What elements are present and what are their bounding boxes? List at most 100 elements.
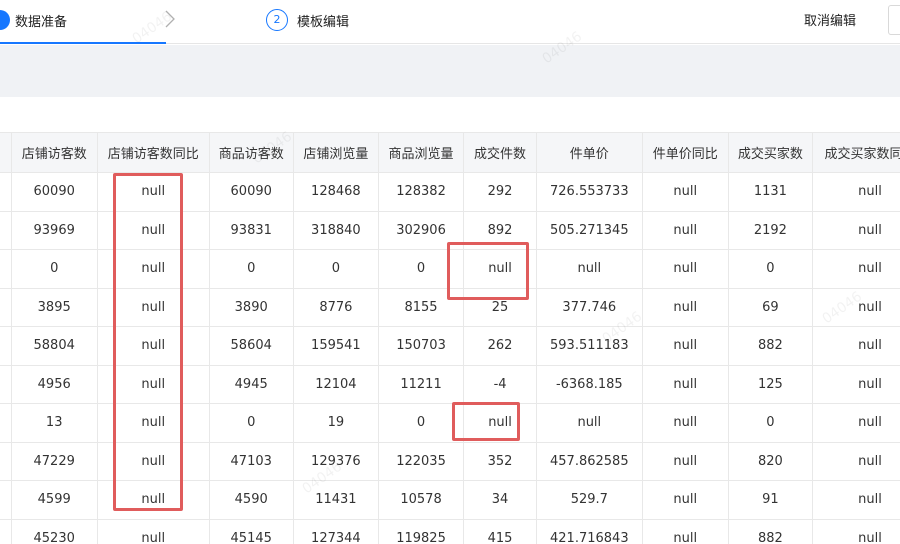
step-template-edit[interactable]: 模板编辑	[297, 11, 349, 30]
table-cell: null	[811, 441, 900, 481]
table-cell: 726.553733	[535, 172, 643, 212]
table-cell: null	[96, 364, 210, 404]
top-bar: 数据准备 2 模板编辑 取消编辑	[0, 0, 900, 44]
table-cell: null	[96, 441, 210, 481]
table-cell: 1131	[727, 172, 813, 212]
step2-indicator[interactable]: 2	[266, 9, 288, 31]
table-cell: 47103	[208, 441, 294, 481]
table-cell: 262	[463, 326, 537, 366]
step1-indicator	[0, 10, 10, 30]
table-row[interactable]: 60090 null 60090 128468 128382 292 726.553733 n…	[0, 172, 900, 212]
table-cell: 421.716843	[535, 518, 643, 544]
cancel-edit-button[interactable]: 取消编辑	[804, 10, 856, 29]
table-cell: null	[641, 172, 729, 212]
table-cell: null	[463, 249, 537, 289]
table-cell: 377.746	[535, 287, 643, 327]
column-header[interactable]: 店铺访客数	[10, 132, 98, 173]
table-cell: 318840	[292, 210, 379, 250]
table-row[interactable]: 58804 null 58604 159541 150703 262 593.511183 n…	[0, 326, 900, 366]
table-cell: null	[96, 210, 210, 250]
table-cell	[0, 249, 12, 289]
table-cell: 0	[377, 249, 465, 289]
column-header[interactable]: 店铺访客数同比	[96, 132, 210, 173]
table-cell: 19	[292, 403, 379, 443]
table-cell: 0	[292, 249, 379, 289]
table-cell: 127344	[292, 518, 379, 544]
column-header[interactable]: 店铺浏览量	[292, 132, 379, 173]
table-row[interactable]: 3895 null 3890 8776 8155 25 377.746 null 69 null	[0, 287, 900, 327]
table-cell: 302906	[377, 210, 465, 250]
table-row[interactable]: 0 null 0 0 0 null null null 0 null	[0, 249, 900, 289]
table-cell: 0	[208, 249, 294, 289]
table-cell	[0, 326, 12, 366]
table-cell: 159541	[292, 326, 379, 366]
table-cell: 457.862585	[535, 441, 643, 481]
table-cell: 58604	[208, 326, 294, 366]
table-cell: -6368.185	[535, 364, 643, 404]
column-header[interactable]	[0, 132, 12, 173]
table-row[interactable]: 93969 null 93831 318840 302906 892 505.271345 n…	[0, 210, 900, 250]
table-cell: null	[641, 364, 729, 404]
table-row[interactable]: 45230 null 45145 127344 119825 415 421.716843 n…	[0, 518, 900, 544]
table-cell: 8155	[377, 287, 465, 327]
table-row[interactable]: 47229 null 47103 129376 122035 352 457.862585 n…	[0, 441, 900, 481]
table-row[interactable]: 4956 null 4945 12104 11211 -4 -6368.185 null 125…	[0, 364, 900, 404]
table-cell: null	[811, 249, 900, 289]
table-cell: 0	[727, 249, 813, 289]
data-table: 店铺访客数 店铺访客数同比 商品访客数 店铺浏览量 商品浏览量 成交件数 件单价 件单价同比成…	[0, 132, 900, 544]
table-cell: 150703	[377, 326, 465, 366]
table-cell: 122035	[377, 441, 465, 481]
table-cell: 4945	[208, 364, 294, 404]
table-cell	[0, 403, 12, 443]
column-header[interactable]: 商品浏览量	[377, 132, 465, 173]
table-cell: null	[641, 403, 729, 443]
table-cell: null	[96, 326, 210, 366]
table-cell: null	[641, 441, 729, 481]
table-cell: null	[641, 210, 729, 250]
table-cell: 128382	[377, 172, 465, 212]
table-cell: 125	[727, 364, 813, 404]
table-cell: null	[811, 364, 900, 404]
table-cell: null	[811, 326, 900, 366]
table-cell: 12104	[292, 364, 379, 404]
table-cell: 93831	[208, 210, 294, 250]
step-data-prep[interactable]: 数据准备	[0, 0, 166, 44]
table-cell: 129376	[292, 441, 379, 481]
table-cell: null	[641, 518, 729, 544]
column-header[interactable]: 成交买家数	[727, 132, 813, 173]
table-cell: null	[641, 480, 729, 520]
column-header[interactable]: 件单价	[535, 132, 643, 173]
table-cell: null	[535, 403, 643, 443]
table-cell: 3895	[10, 287, 98, 327]
table-cell: 292	[463, 172, 537, 212]
table-cell: 0	[10, 249, 98, 289]
table-cell: 10578	[377, 480, 465, 520]
table-cell	[0, 364, 12, 404]
table-cell: null	[96, 249, 210, 289]
data-table-container[interactable]: 店铺访客数 店铺访客数同比 商品访客数 店铺浏览量 商品浏览量 成交件数 件单价 件单价同比成…	[0, 132, 900, 544]
next-button[interactable]	[888, 5, 900, 35]
step1-label: 数据准备	[15, 15, 68, 30]
table-cell: null	[96, 287, 210, 327]
table-cell: null	[641, 249, 729, 289]
table-cell	[0, 287, 12, 327]
table-cell: null	[811, 172, 900, 212]
column-header[interactable]: 成交件数	[463, 132, 537, 173]
table-cell: 128468	[292, 172, 379, 212]
table-cell: null	[96, 518, 210, 544]
column-header[interactable]: 商品访客数	[208, 132, 294, 173]
table-cell: null	[641, 326, 729, 366]
table-cell: 820	[727, 441, 813, 481]
column-header[interactable]: 件单价同比	[641, 132, 729, 173]
table-body: 60090 null 60090 128468 128382 292 726.553733 n…	[0, 172, 900, 544]
table-row[interactable]: 13 null 0 19 0 null null null 0 null	[0, 403, 900, 443]
table-cell: 0	[377, 403, 465, 443]
table-cell: 415	[463, 518, 537, 544]
table-cell: null	[96, 403, 210, 443]
table-cell: 45145	[208, 518, 294, 544]
table-cell: 505.271345	[535, 210, 643, 250]
table-cell: -4	[463, 364, 537, 404]
table-row[interactable]: 4599 null 4590 11431 10578 34 529.7 null 91 null	[0, 480, 900, 520]
table-cell: 60090	[208, 172, 294, 212]
column-header[interactable]: 成交买家数同比	[811, 132, 900, 173]
